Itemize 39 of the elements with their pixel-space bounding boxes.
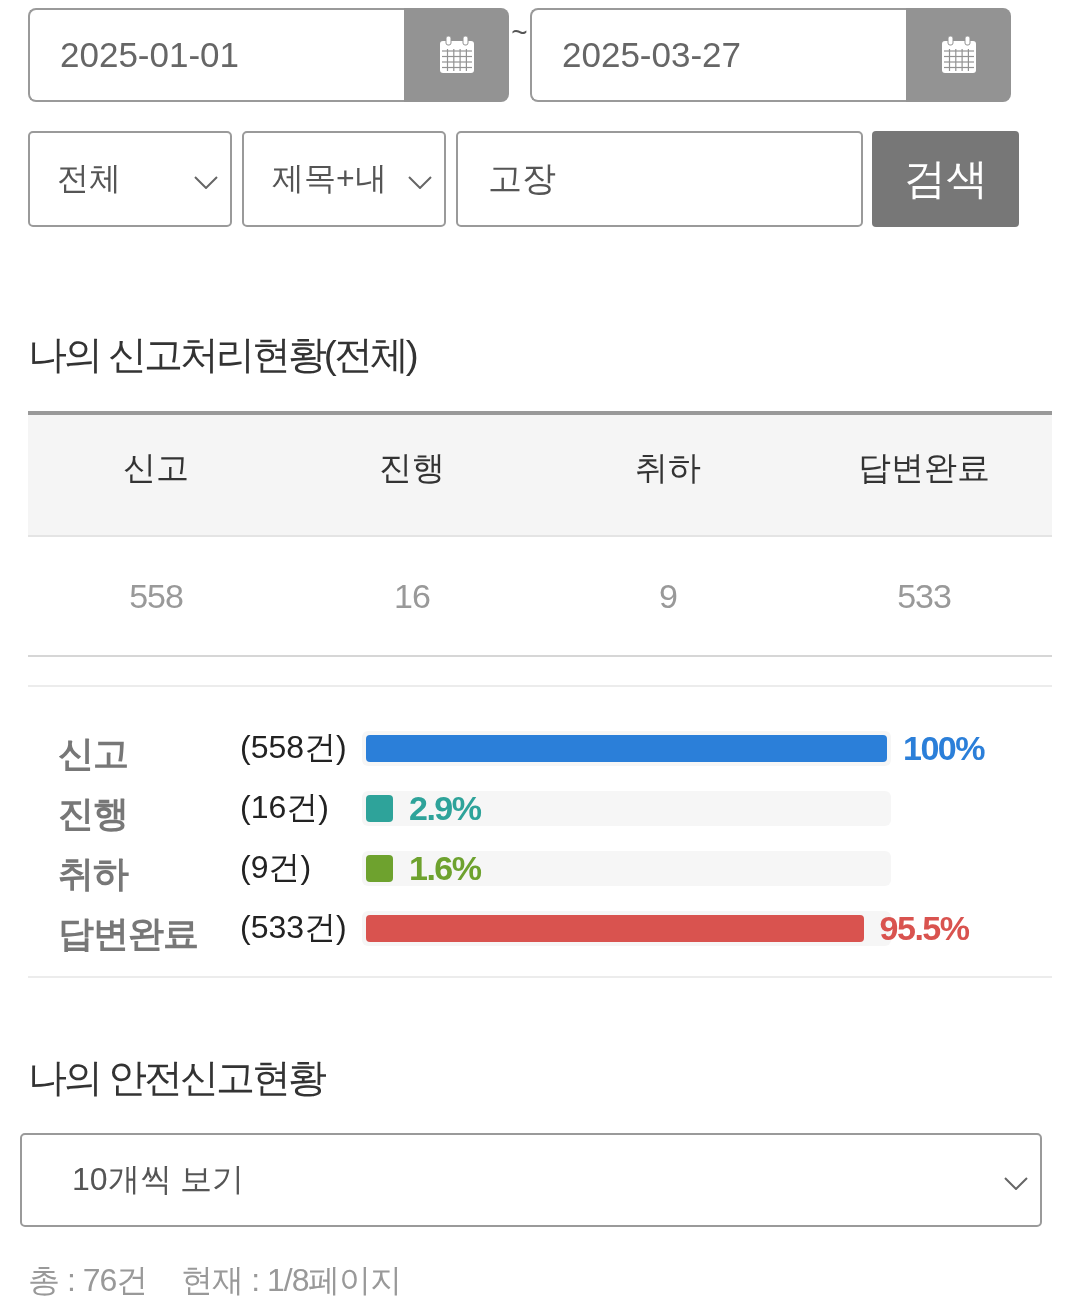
table-cell-text: 9 [658, 575, 678, 617]
table-header-cell: 진행 [284, 415, 540, 535]
status-label: 신고 [58, 731, 128, 776]
table-cell-text: 533 [896, 575, 952, 617]
date-input-field[interactable]: 2025-03-27 [530, 8, 906, 102]
status-label: 답변완료 [58, 911, 198, 956]
table-header-cell: 취하 [540, 415, 796, 535]
calendar-icon [940, 36, 977, 74]
page-size-dropdown[interactable]: 10개씩 보기 [20, 1133, 1042, 1227]
status-label: 취하 [58, 851, 128, 896]
chevron-down-icon [194, 175, 218, 189]
percent-label: 95.5% [879, 908, 969, 948]
count-label: (558건) [240, 728, 347, 767]
range-separator: ~ [510, 18, 529, 48]
table-cell-text: 16 [393, 575, 431, 617]
calendar-icon [438, 36, 475, 74]
section-title: 나의 안전신고현황 [28, 1055, 324, 1101]
status-label: 진행 [58, 791, 128, 836]
percent-label: 1.6% [409, 848, 481, 888]
section-title: 나의 신고처리현황(전체) [28, 332, 416, 378]
count-label: (16건) [240, 788, 329, 827]
percent-label: 100% [903, 728, 984, 768]
percent-label: 2.9% [409, 788, 481, 828]
count-label: (533건) [240, 908, 347, 947]
calendar-button[interactable] [404, 8, 509, 102]
search-scope-dropdown[interactable]: 제목+내 [242, 131, 446, 227]
table-cell-text: 558 [128, 575, 184, 617]
table-header-cell: 신고 [28, 415, 284, 535]
search-input-field[interactable]: 고장 [456, 131, 863, 227]
page-indicator: 현재 : 1/8페이지 [181, 1261, 402, 1300]
table-header-cell: 답변완료 [796, 415, 1052, 535]
total-count: 총 : 76건 [28, 1261, 148, 1300]
category-dropdown[interactable]: 전체 [28, 131, 232, 227]
search-button[interactable]: 검색 [872, 131, 1019, 227]
date-input-field[interactable]: 2025-01-01 [28, 8, 404, 102]
chevron-down-icon [408, 175, 432, 189]
calendar-button[interactable] [906, 8, 1011, 102]
count-label: (9건) [240, 848, 312, 887]
chevron-down-icon [1004, 1176, 1028, 1190]
